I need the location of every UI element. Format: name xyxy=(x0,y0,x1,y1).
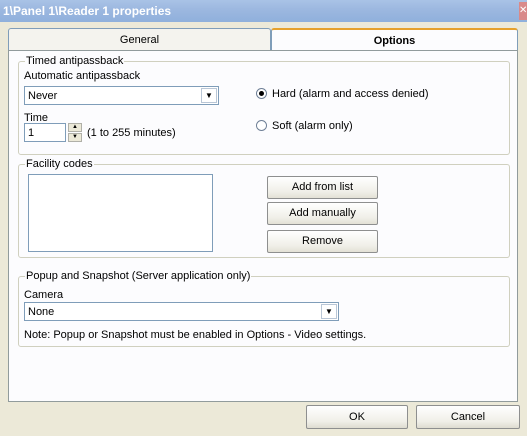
soft-radio[interactable] xyxy=(256,120,267,131)
window-title: 1\Panel 1\Reader 1 properties xyxy=(3,4,172,18)
popup-snapshot-legend: Popup and Snapshot (Server application o… xyxy=(25,270,252,282)
facility-codes-legend: Facility codes xyxy=(25,158,94,170)
facility-codes-list[interactable] xyxy=(28,174,213,252)
spin-up-icon[interactable]: ▲ xyxy=(68,123,82,132)
camera-select[interactable]: None ▼ xyxy=(24,302,339,321)
automatic-antipassback-label: Automatic antipassback xyxy=(24,70,141,82)
camera-label: Camera xyxy=(24,289,64,301)
popup-snapshot-group: Popup and Snapshot (Server application o… xyxy=(18,270,510,347)
hard-radio-label[interactable]: Hard (alarm and access denied) xyxy=(272,88,429,100)
tab-general[interactable]: General xyxy=(8,28,271,50)
soft-radio-label[interactable]: Soft (alarm only) xyxy=(272,120,353,132)
cancel-button[interactable]: Cancel xyxy=(416,405,520,429)
hard-radio[interactable] xyxy=(256,88,267,99)
time-input[interactable]: 1 xyxy=(24,123,66,142)
video-settings-note: Note: Popup or Snapshot must be enabled … xyxy=(24,329,367,341)
timed-antipassback-group: Timed antipassback Automatic antipassbac… xyxy=(18,55,510,155)
spin-down-icon[interactable]: ▼ xyxy=(68,133,82,142)
timed-antipassback-legend: Timed antipassback xyxy=(25,55,125,67)
automatic-antipassback-select[interactable]: Never ▼ xyxy=(24,86,219,105)
add-manually-button[interactable]: Add manually xyxy=(267,202,378,225)
time-spinner[interactable]: ▲ ▼ xyxy=(68,123,82,142)
time-range-hint: (1 to 255 minutes) xyxy=(87,127,176,139)
tab-strip: General Options xyxy=(8,28,518,50)
tab-options[interactable]: Options xyxy=(271,28,518,50)
add-from-list-button[interactable]: Add from list xyxy=(267,176,378,199)
chevron-down-icon[interactable]: ▼ xyxy=(321,304,337,319)
title-bar[interactable]: 1\Panel 1\Reader 1 properties xyxy=(0,0,527,22)
camera-value: None xyxy=(28,306,55,318)
close-icon[interactable]: ✕ xyxy=(519,2,527,20)
facility-codes-group: Facility codes Add from list Add manuall… xyxy=(18,158,510,258)
remove-button[interactable]: Remove xyxy=(267,230,378,253)
chevron-down-icon[interactable]: ▼ xyxy=(201,88,217,103)
properties-dialog: 1\Panel 1\Reader 1 properties ✕ General … xyxy=(0,0,527,436)
automatic-antipassback-value: Never xyxy=(28,90,58,102)
ok-button[interactable]: OK xyxy=(306,405,408,429)
time-value: 1 xyxy=(28,127,35,139)
options-tab-panel: Timed antipassback Automatic antipassbac… xyxy=(8,50,518,402)
